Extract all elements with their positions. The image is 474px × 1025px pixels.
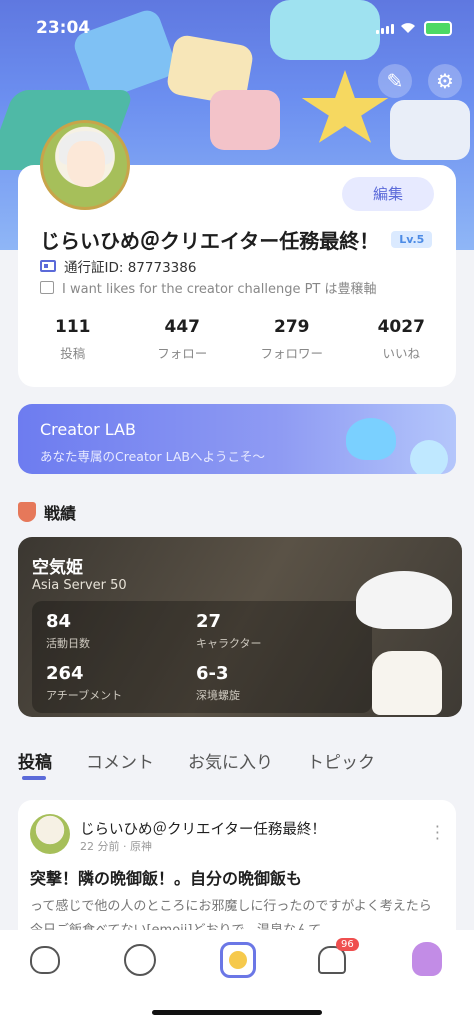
stat-value: 84 [46, 611, 72, 632]
stat-label: 活動日数 [46, 637, 90, 650]
stat-posts[interactable]: 111 投稿 [18, 317, 128, 362]
edit-profile-button[interactable]: 編集 [342, 177, 434, 211]
notification-badge: 96 [336, 938, 359, 951]
planet-icon[interactable] [124, 944, 156, 976]
comment-icon [40, 281, 54, 294]
stat-value: 264 [46, 663, 84, 684]
post-game: 原神 [130, 840, 152, 853]
tab-comments[interactable]: コメント [86, 748, 154, 773]
post-meta: 22 分前 · 原神 [80, 838, 152, 854]
stat-label: キャラクター [196, 637, 262, 650]
avatar-face [67, 141, 105, 187]
create-icon[interactable] [220, 942, 256, 978]
creator-lab-subtitle: あなた専属のCreator LABへようこそ〜 [40, 449, 265, 464]
post-time: 22 分前 [80, 840, 120, 853]
signal-icon [376, 24, 394, 34]
status-time: 23:04 [36, 18, 91, 38]
stat-following[interactable]: 447 フォロー [128, 317, 238, 362]
meta-separator: · [123, 840, 130, 853]
wifi-icon [401, 23, 415, 33]
post-author-avatar[interactable] [30, 814, 70, 854]
game-stat-active-days: 84 活動日数 [46, 611, 90, 651]
stat-value: 27 [196, 611, 222, 632]
game-stat-achievements: 264 アチーブメント [46, 663, 122, 703]
game-stat-spiral-abyss: 6-3 深境螺旋 [196, 663, 240, 703]
profile-icon[interactable] [412, 942, 442, 976]
settings-icon[interactable]: ⚙ [428, 64, 462, 98]
active-tab-indicator [22, 776, 46, 780]
battle-record-heading: 戦績 [18, 500, 76, 524]
stat-value: 4027 [377, 317, 425, 337]
more-options-icon[interactable]: · · · [435, 819, 440, 847]
passport-id: 通行証ID: 87773386 [64, 260, 197, 276]
tab-favorites[interactable]: お気に入り [188, 748, 273, 773]
stat-label: フォロー [157, 346, 208, 361]
shield-icon [18, 502, 36, 522]
content-tabs: 投稿 コメント お気に入り トピック [18, 748, 375, 773]
game-character-name: 空気姫 [32, 558, 83, 578]
stat-label: フォロワー [260, 346, 323, 361]
cube-decoration [390, 100, 470, 160]
post-author-name[interactable]: じらいひめ＠クリエイター任務最終！ [80, 818, 326, 839]
nickname: じらいひめ＠クリエイター任務最終！ [40, 229, 380, 253]
tab-posts[interactable]: 投稿 [18, 748, 52, 773]
stat-label: いいね [382, 346, 420, 361]
stat-value: 447 [164, 317, 201, 337]
game-stats-panel: 84 活動日数 27 キャラクター 264 アチーブメント 6-3 深境螺旋 [32, 601, 372, 713]
cake-decoration [210, 90, 280, 150]
battery-icon [424, 21, 452, 36]
id-card-icon [40, 260, 56, 272]
stat-value: 279 [274, 317, 310, 337]
level-badge: Lv.5 [391, 231, 433, 248]
stat-label: アチーブメント [46, 689, 123, 702]
game-record-card[interactable]: 空気姫 Asia Server 50 84 活動日数 27 キャラクター 264 アチ… [18, 537, 462, 717]
mascot-icon [346, 418, 396, 460]
avatar[interactable] [40, 120, 130, 210]
section-title: 戦績 [44, 504, 77, 523]
tab-topics[interactable]: トピック [307, 748, 375, 773]
stat-label: 深境螺旋 [196, 689, 240, 702]
stat-value: 111 [55, 317, 91, 337]
bubble-decoration [410, 440, 448, 474]
paimon-illustration [346, 555, 462, 715]
game-stat-characters: 27 キャラクター [196, 611, 262, 651]
star-icon [301, 70, 389, 143]
stat-followers[interactable]: 279 フォロワー [237, 317, 347, 362]
post-title: 突撃！隣の晩御飯！。自分の晩御飯も [30, 869, 303, 888]
home-indicator [152, 1010, 322, 1015]
edit-icon[interactable]: ✎ [378, 64, 412, 98]
character-face [362, 577, 446, 661]
stat-likes[interactable]: 4027 いいね [347, 317, 457, 362]
game-server: Asia Server 50 [32, 578, 127, 593]
stat-label: 投稿 [60, 346, 86, 361]
creator-lab-title: Creator LAB [40, 420, 136, 439]
passport-id-row: 通行証ID: 87773386 [40, 256, 196, 276]
home-icon[interactable] [30, 946, 60, 974]
bio-text: I want likes for the creator challenge P… [62, 282, 377, 297]
stat-value: 6-3 [196, 663, 229, 684]
profile-stats: 111 投稿 447 フォロー 279 フォロワー 4027 いいね [18, 317, 456, 362]
status-bar: 23:04 [0, 14, 474, 44]
nickname-row: じらいひめ＠クリエイター任務最終！ Lv.5 [40, 225, 433, 254]
creator-lab-banner[interactable]: Creator LAB あなた専属のCreator LABへようこそ〜 [18, 404, 456, 474]
bio-row: I want likes for the creator challenge P… [40, 278, 377, 297]
